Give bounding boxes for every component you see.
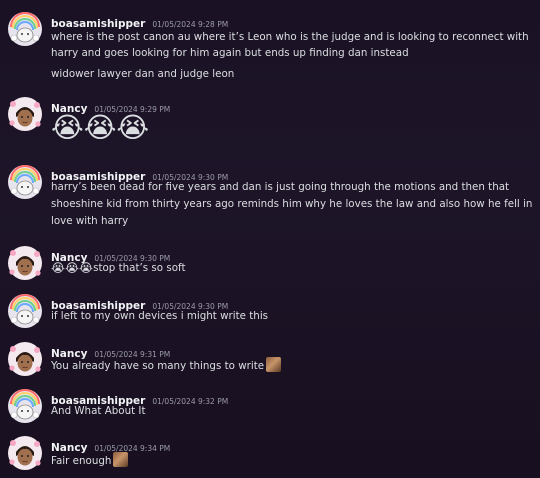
custom-emoji-icon[interactable] [266,357,282,372]
timestamp: 01/05/2024 9:28 PM [152,20,229,29]
avatar[interactable] [7,341,43,377]
avatar[interactable] [7,435,43,471]
message-text: And What About It [51,405,146,417]
jumbo-emoji: 😭😭😭 [51,111,150,144]
message-text: 😭😭😭stop that’s so soft [51,261,186,275]
crying-emoji: 😭😭😭 [51,261,94,275]
message-text: harry and goes looking for him again but… [51,47,409,59]
anime-character-avatar-icon [7,96,43,132]
anime-character-avatar-icon [7,245,43,281]
custom-emoji-icon[interactable] [113,452,129,467]
message-body: Fair enough [51,455,112,467]
message-text: where is the post canon au where it’s Le… [51,31,529,43]
rainbow-avatar-icon [7,164,43,200]
rainbow-avatar-icon [7,388,43,424]
rainbow-avatar-icon [7,11,43,47]
anime-character-avatar-icon [7,435,43,471]
message-text: Fair enough [51,452,129,467]
avatar[interactable] [7,245,43,281]
message-text: shoeshine kid from thirty years ago remi… [51,198,533,210]
avatar[interactable] [7,11,43,47]
rainbow-avatar-icon [7,293,43,329]
message-text: if left to my own devices i might write … [51,310,269,322]
avatar[interactable] [7,164,43,200]
message-text: You already have so many things to write [51,357,282,372]
message-text: harry’s been dead for five years and dan… [51,181,510,193]
message-body: You already have so many things to write [51,360,265,372]
avatar[interactable] [7,293,43,329]
message-text: widower lawyer dan and judge leon [51,68,235,80]
message-header: boasamishipper 01/05/2024 9:28 PM [51,12,228,31]
author-name[interactable]: boasamishipper [51,18,145,30]
message-body: stop that’s so soft [93,262,186,274]
message-text: love with harry [51,215,129,227]
avatar[interactable] [7,388,43,424]
avatar[interactable] [7,96,43,132]
anime-character-avatar-icon [7,341,43,377]
timestamp: 01/05/2024 9:32 PM [152,397,229,406]
